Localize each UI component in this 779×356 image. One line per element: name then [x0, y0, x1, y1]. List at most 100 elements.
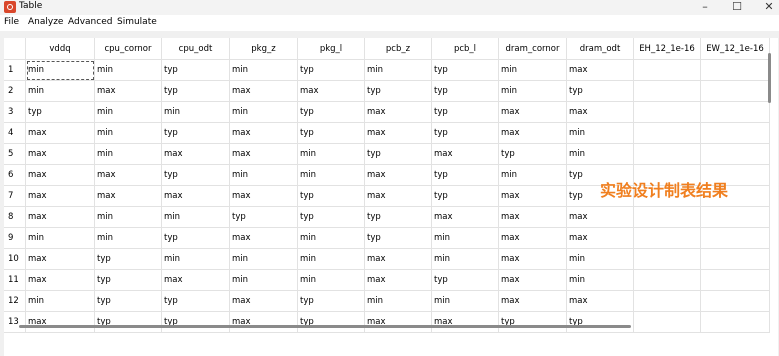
table-cell[interactable]: max — [162, 144, 230, 165]
row-header[interactable]: 6 — [4, 165, 26, 186]
table-cell[interactable]: max — [365, 165, 432, 186]
column-header[interactable]: pcb_z — [365, 38, 432, 60]
column-header[interactable]: EH_12_1e-16 — [634, 38, 701, 60]
table-cell[interactable]: typ — [432, 102, 499, 123]
horizontal-scroll-thumb[interactable] — [19, 325, 631, 328]
table-cell[interactable]: min — [298, 165, 365, 186]
table-cell[interactable]: typ — [298, 102, 365, 123]
table-cell[interactable]: min — [567, 123, 634, 144]
table-cell[interactable]: typ — [95, 291, 162, 312]
table-cell[interactable]: max — [432, 144, 499, 165]
vertical-scrollbar[interactable] — [766, 38, 774, 330]
row-header[interactable]: 5 — [4, 144, 26, 165]
table-cell[interactable]: max — [26, 144, 95, 165]
table-cell[interactable]: min — [162, 249, 230, 270]
table-cell[interactable]: typ — [162, 60, 230, 81]
menu-analyze[interactable]: Analyze — [28, 17, 63, 27]
table-cell[interactable]: typ — [298, 207, 365, 228]
table-cell[interactable]: max — [26, 123, 95, 144]
row-header[interactable]: 2 — [4, 81, 26, 102]
table-cell[interactable]: min — [230, 270, 298, 291]
table-cell[interactable] — [701, 207, 770, 228]
table-cell[interactable]: min — [95, 228, 162, 249]
table-cell[interactable]: typ — [432, 81, 499, 102]
table-cell[interactable]: max — [499, 102, 567, 123]
table-cell[interactable]: min — [567, 270, 634, 291]
row-header[interactable]: 8 — [4, 207, 26, 228]
column-header[interactable]: pkg_l — [298, 38, 365, 60]
table-cell[interactable]: min — [499, 81, 567, 102]
row-header[interactable]: 10 — [4, 249, 26, 270]
table-cell[interactable]: max — [162, 186, 230, 207]
table-cell[interactable]: min — [95, 144, 162, 165]
table-cell[interactable]: max — [499, 123, 567, 144]
vertical-scroll-thumb[interactable] — [768, 53, 771, 103]
table-cell[interactable]: typ — [230, 207, 298, 228]
column-header[interactable]: EW_12_1e-16 — [701, 38, 770, 60]
table-cell[interactable]: max — [499, 186, 567, 207]
table-cell[interactable]: max — [365, 102, 432, 123]
row-header[interactable]: 9 — [4, 228, 26, 249]
table-cell[interactable]: min — [230, 102, 298, 123]
table-cell[interactable]: max — [365, 249, 432, 270]
table-cell[interactable]: max — [230, 228, 298, 249]
table-cell[interactable]: max — [95, 165, 162, 186]
table-cell[interactable]: max — [499, 291, 567, 312]
table-cell[interactable]: min — [365, 60, 432, 81]
table-cell[interactable] — [701, 249, 770, 270]
table-cell[interactable]: min — [26, 60, 95, 81]
table-cell[interactable]: min — [230, 165, 298, 186]
minimize-button[interactable]: – — [690, 0, 720, 15]
column-header[interactable]: dram_cornor — [499, 38, 567, 60]
table-cell[interactable]: typ — [298, 186, 365, 207]
row-header[interactable]: 3 — [4, 102, 26, 123]
table-cell[interactable]: max — [230, 123, 298, 144]
column-header[interactable]: cpu_cornor — [95, 38, 162, 60]
table-cell[interactable]: max — [365, 123, 432, 144]
column-header[interactable]: cpu_odt — [162, 38, 230, 60]
table-cell[interactable]: typ — [162, 291, 230, 312]
table-cell[interactable] — [634, 144, 701, 165]
column-header[interactable]: pkg_z — [230, 38, 298, 60]
table-cell[interactable]: typ — [162, 123, 230, 144]
table-cell[interactable]: max — [567, 228, 634, 249]
table-cell[interactable]: typ — [365, 144, 432, 165]
table-cell[interactable]: min — [499, 165, 567, 186]
table-cell[interactable] — [634, 249, 701, 270]
table-cell[interactable] — [634, 228, 701, 249]
table-cell[interactable] — [701, 270, 770, 291]
horizontal-scrollbar[interactable] — [4, 323, 766, 330]
table-cell[interactable]: typ — [567, 81, 634, 102]
table-cell[interactable]: typ — [95, 249, 162, 270]
table-cell[interactable]: typ — [432, 165, 499, 186]
row-header[interactable]: 4 — [4, 123, 26, 144]
table-cell[interactable]: typ — [432, 123, 499, 144]
table-cell[interactable] — [701, 228, 770, 249]
table-cell[interactable]: max — [26, 249, 95, 270]
table-cell[interactable]: typ — [298, 60, 365, 81]
menu-simulate[interactable]: Simulate — [117, 17, 157, 27]
table-cell[interactable]: max — [95, 186, 162, 207]
table-cell[interactable]: max — [365, 270, 432, 291]
row-header[interactable]: 7 — [4, 186, 26, 207]
table-cell[interactable]: max — [432, 207, 499, 228]
table-cell[interactable]: typ — [365, 207, 432, 228]
table-cell[interactable] — [701, 291, 770, 312]
table-cell[interactable] — [701, 81, 770, 102]
table-cell[interactable]: max — [499, 249, 567, 270]
table-cell[interactable] — [701, 144, 770, 165]
table-cell[interactable]: min — [230, 60, 298, 81]
table-cell[interactable]: min — [567, 249, 634, 270]
table-cell[interactable] — [634, 60, 701, 81]
table-cell[interactable]: max — [26, 270, 95, 291]
table-cell[interactable]: min — [365, 291, 432, 312]
table-cell[interactable]: max — [499, 228, 567, 249]
column-header[interactable]: vddq — [26, 38, 95, 60]
row-header[interactable]: 1 — [4, 60, 26, 81]
row-header[interactable]: 11 — [4, 270, 26, 291]
table-cell[interactable]: max — [230, 81, 298, 102]
table-cell[interactable] — [634, 207, 701, 228]
table-cell[interactable]: min — [432, 291, 499, 312]
table-cell[interactable]: max — [230, 291, 298, 312]
table-cell[interactable]: max — [567, 102, 634, 123]
